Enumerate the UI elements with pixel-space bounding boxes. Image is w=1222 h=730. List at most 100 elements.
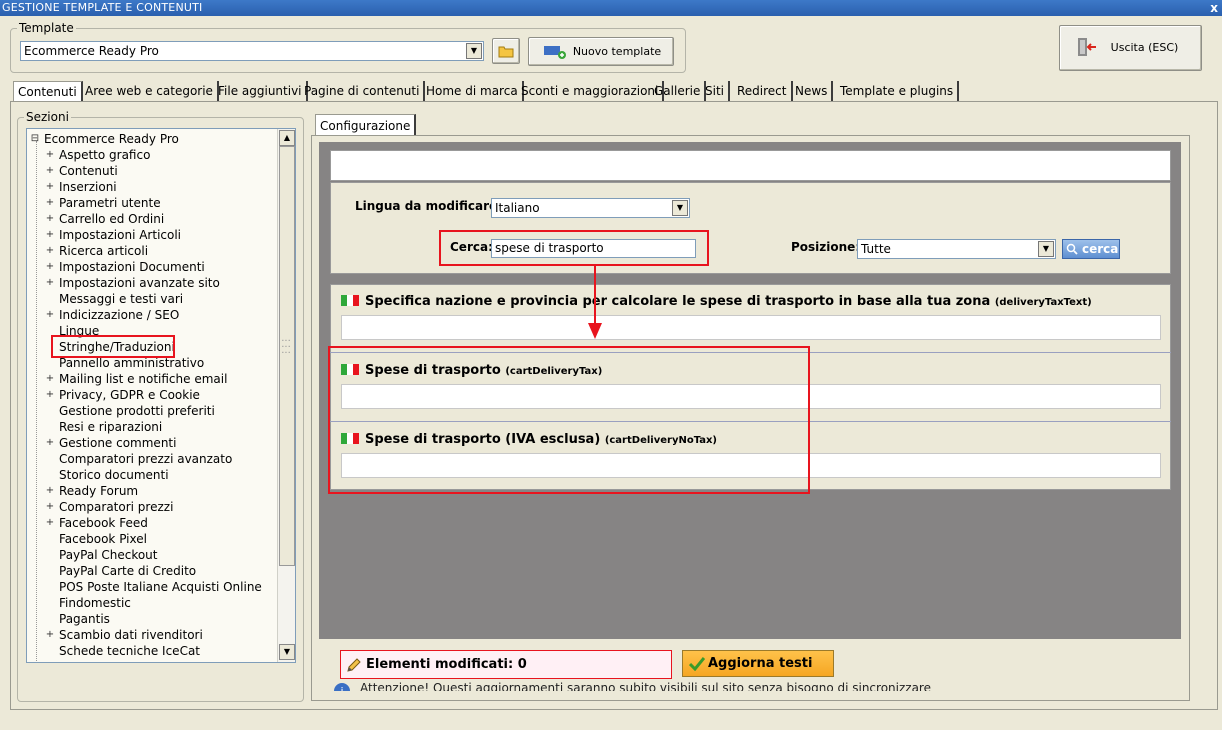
highlight-search <box>439 230 709 266</box>
tree-item[interactable]: + Mailing list e notifiche email <box>27 371 277 387</box>
tab-contenuti[interactable]: Contenuti <box>13 81 83 102</box>
plus-icon[interactable]: + <box>45 371 55 387</box>
tree-item-label: Contenuti <box>59 164 118 178</box>
language-select[interactable]: Italiano ▼ <box>491 198 690 218</box>
plus-icon[interactable]: + <box>45 195 55 211</box>
tree-item[interactable]: Comparatori prezzi avanzato <box>27 451 277 467</box>
pencil-icon <box>347 658 361 672</box>
tree-item-label: Facebook Pixel <box>59 532 147 546</box>
scroll-down-icon[interactable]: ▼ <box>279 644 295 660</box>
tab-gallerie[interactable]: Gallerie <box>650 81 707 102</box>
plus-icon[interactable]: + <box>45 211 55 227</box>
plus-icon[interactable]: + <box>45 163 55 179</box>
tree-item[interactable]: + Inserzioni <box>27 179 277 195</box>
tree-item-label: Privacy, GDPR e Cookie <box>59 388 200 402</box>
minus-icon[interactable]: ⊟ <box>30 131 40 147</box>
plus-icon[interactable]: + <box>45 227 55 243</box>
tree-item[interactable]: Gestione prodotti preferiti <box>27 403 277 419</box>
plus-icon[interactable]: + <box>45 259 55 275</box>
search-button[interactable]: cerca <box>1062 239 1120 259</box>
tree-item[interactable]: + Carrello ed Ordini <box>27 211 277 227</box>
highlight-results <box>328 346 810 494</box>
tree-item[interactable]: + Ricerca articoli <box>27 243 277 259</box>
new-template-label: Nuovo template <box>572 45 662 58</box>
tree-item[interactable]: + Impostazioni Documenti <box>27 259 277 275</box>
chevron-down-icon[interactable]: ▼ <box>672 200 688 216</box>
modified-box: Elementi modificati: 0 <box>340 650 672 679</box>
tree-item[interactable]: POS Poste Italiane Acquisti Online <box>27 579 277 595</box>
plus-icon[interactable]: + <box>45 483 55 499</box>
tree-item[interactable]: Findomestic <box>27 595 277 611</box>
sections-tree[interactable]: ⊟ Ecommerce Ready Pro + Aspetto grafico + C… <box>26 128 296 663</box>
notice-line: i Attenzione! Questi aggiornamenti saran… <box>330 682 1190 691</box>
plus-icon[interactable]: + <box>45 435 55 451</box>
tab-home-marca[interactable]: Home di marca <box>422 81 524 102</box>
plus-icon[interactable]: + <box>45 179 55 195</box>
tab-siti[interactable]: Siti <box>701 81 730 102</box>
arrow-down-icon <box>588 265 602 339</box>
exit-button[interactable]: Uscita (ESC) <box>1059 25 1202 71</box>
tab-configurazione[interactable]: Configurazione <box>315 114 417 136</box>
exit-label: Uscita (ESC) <box>1110 41 1179 54</box>
tree-item-label: Carrello ed Ordini <box>59 212 165 226</box>
tab-file-aggiuntivi[interactable]: File aggiuntivi <box>214 81 308 102</box>
plus-icon[interactable]: + <box>45 147 55 163</box>
open-folder-button[interactable] <box>492 38 520 64</box>
tree-item[interactable]: + Gestione commenti <box>27 435 277 451</box>
tree-item[interactable]: PayPal Checkout <box>27 547 277 563</box>
tree-item[interactable]: + Parametri utente <box>27 195 277 211</box>
new-template-button[interactable]: Nuovo template <box>528 37 674 66</box>
plus-icon[interactable]: + <box>45 275 55 291</box>
folder-icon <box>498 46 514 58</box>
close-icon[interactable]: x <box>1210 0 1218 16</box>
template-select[interactable]: Ecommerce Ready Pro ▼ <box>20 41 484 61</box>
tree-item[interactable]: Resi e riparazioni <box>27 419 277 435</box>
tree-item[interactable]: + Indicizzazione / SEO <box>27 307 277 323</box>
plus-icon[interactable]: + <box>45 515 55 531</box>
tree-item-label: Comparatori prezzi <box>59 500 174 514</box>
tree-item[interactable]: Schede tecniche IceCat <box>27 643 277 659</box>
tree-item[interactable]: + Impostazioni avanzate sito <box>27 275 277 291</box>
tree-scrollbar[interactable]: ▲ ··· ··· ··· ▼ <box>277 129 295 662</box>
plus-icon[interactable]: + <box>45 387 55 403</box>
tree-item[interactable]: + Scambio dati rivenditori <box>27 627 277 643</box>
tab-aree-web[interactable]: Aree web e categorie <box>81 81 219 102</box>
tree-root-label: Ecommerce Ready Pro <box>44 132 179 146</box>
tree-item[interactable]: + Comparatori prezzi <box>27 499 277 515</box>
position-select[interactable]: Tutte ▼ <box>857 239 1056 259</box>
tab-template-plugins[interactable]: Template e plugins <box>836 81 960 102</box>
result-input[interactable] <box>341 315 1161 340</box>
plus-icon[interactable]: + <box>45 243 55 259</box>
tree-item-label: Indicizzazione / SEO <box>59 308 180 322</box>
tree-item[interactable]: + Facebook Feed <box>27 515 277 531</box>
chevron-down-icon[interactable]: ▼ <box>466 43 482 59</box>
update-texts-button[interactable]: Aggiorna testi <box>682 650 834 677</box>
tree-item[interactable]: + Ready Forum <box>27 483 277 499</box>
plus-icon[interactable]: + <box>45 627 55 643</box>
plus-icon[interactable]: + <box>45 499 55 515</box>
tree-item[interactable]: + Aspetto grafico <box>27 147 277 163</box>
language-label: Lingua da modificare: <box>355 199 502 213</box>
tree-item[interactable]: PayPal Carte di Credito <box>27 563 277 579</box>
tree-item[interactable]: Facebook Pixel <box>27 531 277 547</box>
sections-legend: Sezioni <box>26 110 69 124</box>
chevron-down-icon[interactable]: ▼ <box>1038 241 1054 257</box>
language-value: Italiano <box>495 201 540 215</box>
tab-sconti[interactable]: Sconti e maggiorazioni <box>517 81 665 102</box>
tree-root[interactable]: ⊟ Ecommerce Ready Pro <box>27 131 277 147</box>
modified-label: Elementi modificati: 0 <box>366 657 527 672</box>
scroll-up-icon[interactable]: ▲ <box>279 130 295 146</box>
tab-news[interactable]: News <box>791 81 834 102</box>
tree-item[interactable]: + Impostazioni Articoli <box>27 227 277 243</box>
position-label: Posizione: <box>791 240 861 254</box>
tab-pagine-contenuti[interactable]: Pagine di contenuti <box>300 81 426 102</box>
template-select-value: Ecommerce Ready Pro <box>24 44 159 58</box>
tree-item[interactable]: Pagantis <box>27 611 277 627</box>
tree-item[interactable]: Messaggi e testi vari <box>27 291 277 307</box>
tree-item-label: Ricerca articoli <box>59 244 149 258</box>
tree-item[interactable]: Storico documenti <box>27 467 277 483</box>
tab-redirect[interactable]: Redirect <box>733 81 793 102</box>
tree-item[interactable]: + Contenuti <box>27 163 277 179</box>
plus-icon[interactable]: + <box>45 307 55 323</box>
tree-item[interactable]: + Privacy, GDPR e Cookie <box>27 387 277 403</box>
